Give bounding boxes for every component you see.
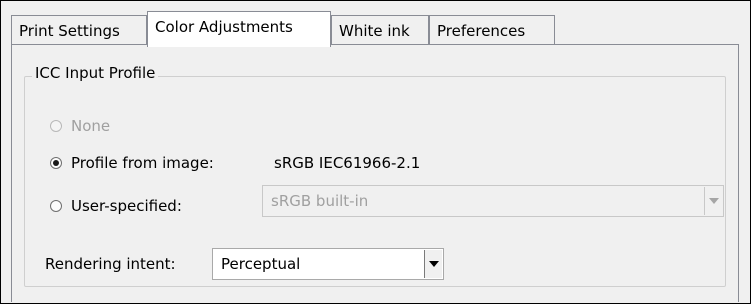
tab-label: White ink [339,22,410,40]
tab-white-ink[interactable]: White ink [331,15,429,45]
radio-profile-from-image[interactable] [50,157,62,169]
rendering-intent-select[interactable]: Perceptual [212,248,444,280]
rendering-intent-value: Perceptual [221,255,301,273]
radio-option-profile-from-image[interactable]: Profile from image: [50,152,214,174]
radio-profile-from-image-label: Profile from image: [71,154,214,172]
chevron-down-icon [708,198,719,204]
dialog-frame: Print Settings Color Adjustments White i… [0,0,751,304]
chevron-down-icon [428,261,439,267]
image-profile-value: sRGB IEC61966-2.1 [274,154,421,172]
dropdown-button [704,187,722,215]
tab-label: Color Adjustments [155,18,293,36]
radio-option-user-specified[interactable]: User-specified: [50,195,182,217]
radio-user-specified-label: User-specified: [71,197,182,215]
group-title: ICC Input Profile [32,64,159,82]
tab-preferences[interactable]: Preferences [429,15,555,45]
rendering-intent-label: Rendering intent: [45,255,176,273]
dropdown-button[interactable] [424,250,442,278]
tab-panel-color-adjustments: ICC Input Profile None Profile from imag… [11,44,739,302]
radio-option-none: None [50,115,110,137]
tab-strip: Print Settings Color Adjustments White i… [11,11,740,47]
user-profile-select-value: sRGB built-in [271,192,369,210]
radio-none-label: None [71,117,111,135]
tab-label: Print Settings [19,22,120,40]
radio-none [50,120,62,132]
user-profile-select: sRGB built-in [262,185,724,217]
radio-user-specified[interactable] [50,200,62,212]
tab-print-settings[interactable]: Print Settings [11,15,147,45]
tab-label: Preferences [437,22,526,40]
tab-color-adjustments[interactable]: Color Adjustments [147,11,331,47]
